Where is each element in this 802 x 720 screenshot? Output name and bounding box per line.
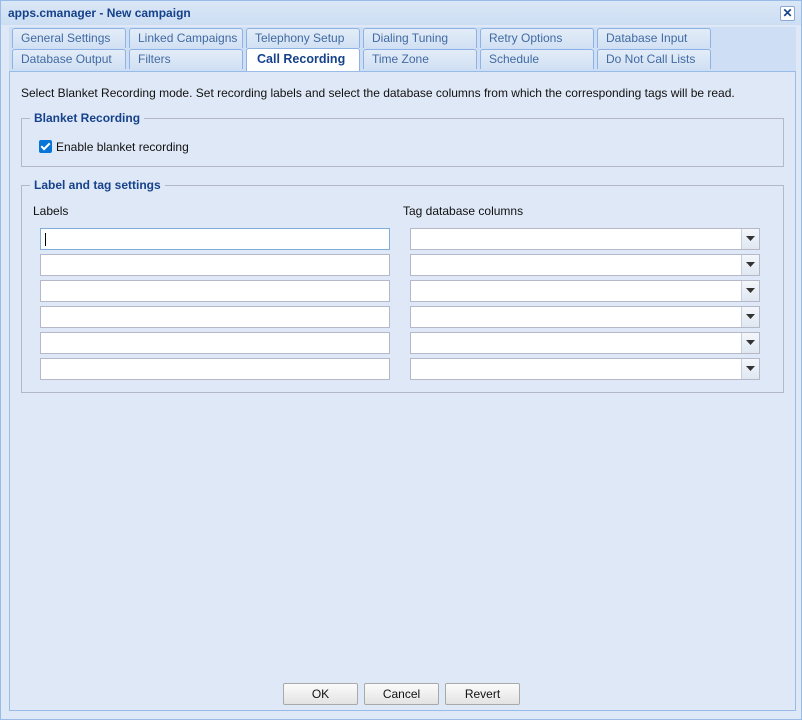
enable-blanket-recording-label[interactable]: Enable blanket recording	[56, 140, 189, 154]
chevron-down-icon[interactable]	[741, 255, 759, 275]
label-input-1[interactable]	[40, 228, 390, 250]
blanket-recording-fieldset: Blanket Recording Enable blanket recordi…	[21, 111, 784, 167]
chevron-down-icon[interactable]	[741, 359, 759, 379]
label-input-2[interactable]	[40, 254, 390, 276]
tab-database-output[interactable]: Database Output	[12, 49, 126, 69]
tab-linked-campaigns[interactable]: Linked Campaigns	[129, 28, 243, 48]
campaign-window: apps.cmanager - New campaign ✕ General S…	[0, 0, 802, 720]
chevron-down-icon[interactable]	[741, 281, 759, 301]
tag-columns-header: Tag database columns	[403, 204, 524, 218]
tag-column-select-4[interactable]	[410, 306, 760, 328]
revert-button[interactable]: Revert	[445, 683, 520, 705]
cancel-button[interactable]: Cancel	[364, 683, 439, 705]
tag-column-select-6[interactable]	[410, 358, 760, 380]
panel-description: Select Blanket Recording mode. Set recor…	[21, 86, 735, 100]
chevron-down-icon[interactable]	[741, 333, 759, 353]
label-tag-settings-fieldset: Label and tag settings Labels Tag databa…	[21, 178, 784, 393]
label-input-4[interactable]	[40, 306, 390, 328]
text-caret	[45, 233, 46, 246]
label-input-6[interactable]	[40, 358, 390, 380]
tab-do-not-call-lists[interactable]: Do Not Call Lists	[597, 49, 711, 69]
tag-column-select-2[interactable]	[410, 254, 760, 276]
tab-telephony-setup[interactable]: Telephony Setup	[246, 28, 360, 48]
tab-retry-options[interactable]: Retry Options	[480, 28, 594, 48]
call-recording-panel: Select Blanket Recording mode. Set recor…	[9, 71, 796, 711]
label-input-3[interactable]	[40, 280, 390, 302]
tab-strip: General Settings Linked Campaigns Teleph…	[9, 27, 796, 71]
tab-time-zone[interactable]: Time Zone	[363, 49, 477, 69]
labels-header: Labels	[33, 204, 69, 218]
label-input-5[interactable]	[40, 332, 390, 354]
tag-column-select-3[interactable]	[410, 280, 760, 302]
tab-general-settings[interactable]: General Settings	[12, 28, 126, 48]
label-tag-settings-legend: Label and tag settings	[30, 178, 165, 192]
tab-schedule[interactable]: Schedule	[480, 49, 594, 69]
blanket-recording-legend: Blanket Recording	[30, 111, 145, 125]
tag-column-select-1[interactable]	[410, 228, 760, 250]
tag-column-select-5[interactable]	[410, 332, 760, 354]
chevron-down-icon[interactable]	[741, 307, 759, 327]
window-title: apps.cmanager - New campaign	[8, 6, 191, 20]
enable-blanket-recording-checkbox[interactable]	[39, 140, 52, 153]
tab-dialing-tuning[interactable]: Dialing Tuning	[363, 28, 477, 48]
window-titlebar[interactable]: apps.cmanager - New campaign ✕	[1, 1, 801, 25]
chevron-down-icon[interactable]	[741, 229, 759, 249]
tab-database-input[interactable]: Database Input	[597, 28, 711, 48]
tab-filters[interactable]: Filters	[129, 49, 243, 69]
ok-button[interactable]: OK	[283, 683, 358, 705]
tab-call-recording[interactable]: Call Recording	[246, 48, 360, 71]
close-icon[interactable]: ✕	[780, 6, 795, 21]
